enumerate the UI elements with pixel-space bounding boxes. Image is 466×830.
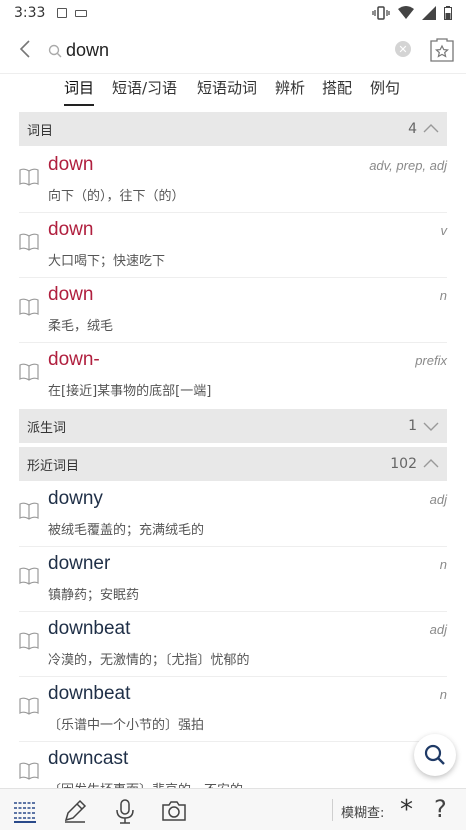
entry-word: downer <box>48 553 111 574</box>
entry-pos: v <box>440 223 448 238</box>
tab-headwords[interactable]: 词目 <box>64 78 95 106</box>
list-item[interactable]: downbeat adj 冷漠的，无激情的；〔尤指〕忧郁的 <box>19 612 447 677</box>
status-icons <box>372 6 452 20</box>
notification-a-icon <box>57 8 68 18</box>
entry-pos: n <box>439 687 447 702</box>
search-bar: ✕ <box>0 26 466 74</box>
list-item[interactable]: downer n 镇静药；安眠药 <box>19 547 447 612</box>
entry-pos: adj <box>429 492 447 507</box>
entry-pos: prefix <box>415 353 447 368</box>
section-title: 派生词 <box>27 420 67 436</box>
list-item[interactable]: down n 柔毛，绒毛 <box>19 278 447 343</box>
status-time: 3:33 <box>14 5 46 21</box>
tab-examples[interactable]: 例句 <box>370 78 400 106</box>
entry-pos: n <box>439 288 447 303</box>
search-input[interactable] <box>66 36 386 64</box>
camera-icon[interactable] <box>161 798 187 824</box>
entry-word: down <box>48 219 94 240</box>
entry-word: down <box>48 284 94 305</box>
section-headwords[interactable]: 词目 4 <box>19 112 447 146</box>
clear-search-button[interactable]: ✕ <box>395 41 411 57</box>
entry-definition: 向下（的），往下（的） <box>48 189 185 204</box>
vibrate-icon <box>372 6 390 20</box>
tab-collocations[interactable]: 搭配 <box>322 78 352 106</box>
section-count: 4 <box>408 121 417 137</box>
help-button[interactable]: ? <box>434 795 447 823</box>
signal-icon <box>422 6 436 20</box>
status-bar: 3:33 <box>0 0 466 26</box>
microphone-icon[interactable] <box>112 798 138 824</box>
entry-pos: n <box>439 557 447 572</box>
keyboard-icon <box>75 9 88 17</box>
back-button[interactable] <box>14 38 36 60</box>
list-item[interactable]: downcast 〔因发生坏事而〕悲哀的，不安的 <box>19 742 447 788</box>
star-icon <box>430 38 454 62</box>
category-tabs: 词目 短语/习语 短语动词 辨析 搭配 例句 <box>0 74 466 108</box>
section-count: 1 <box>408 418 417 434</box>
entry-definition: 被绒毛覆盖的；充满绒毛的 <box>48 523 205 538</box>
book-icon <box>19 697 39 715</box>
tab-phrases-idioms[interactable]: 短语/习语 <box>112 78 177 106</box>
tab-phrasal-verbs[interactable]: 短语动词 <box>197 78 257 106</box>
pen-icon[interactable] <box>62 798 88 824</box>
entry-word: downcast <box>48 748 129 769</box>
chevron-left-icon <box>19 40 30 58</box>
entry-definition: 冷漠的，无激情的；〔尤指〕忧郁的 <box>48 653 250 668</box>
book-icon <box>19 363 39 381</box>
list-item[interactable]: down v 大口喝下；快速吃下 <box>19 213 447 278</box>
list-item[interactable]: downy adj 被绒毛覆盖的；充满绒毛的 <box>19 482 447 547</box>
list-item[interactable]: down- prefix 在[接近]某事物的底部[一端] <box>19 343 447 408</box>
book-icon <box>19 502 39 520</box>
fuzzy-search-label: 模糊查: <box>341 806 385 821</box>
entry-word: down- <box>48 349 100 370</box>
favorite-button[interactable] <box>430 38 454 62</box>
wifi-icon <box>398 6 414 19</box>
toolbar-divider <box>332 799 333 821</box>
book-icon <box>19 298 39 316</box>
bottom-toolbar: 模糊查: * ? <box>0 788 466 830</box>
book-icon <box>19 168 39 186</box>
close-icon: ✕ <box>398 42 408 56</box>
tab-synonyms[interactable]: 辨析 <box>275 78 305 106</box>
entry-word: down <box>48 154 94 175</box>
list-item[interactable]: down adv, prep, adj 向下（的），往下（的） <box>19 148 447 213</box>
battery-icon <box>444 6 452 20</box>
entry-pos: adj <box>429 622 447 637</box>
book-icon <box>19 762 39 780</box>
list-item[interactable]: downbeat n 〔乐谱中一个小节的〕强拍 <box>19 677 447 742</box>
book-icon <box>19 233 39 251</box>
entry-word: downy <box>48 488 103 509</box>
entry-definition: 在[接近]某事物的底部[一端] <box>48 384 212 399</box>
book-icon <box>19 632 39 650</box>
entry-word: downbeat <box>48 618 131 639</box>
search-icon <box>424 744 445 765</box>
search-icon-wrap <box>48 43 62 62</box>
search-icon <box>48 44 62 58</box>
section-title: 词目 <box>27 123 54 139</box>
entry-definition: 〔因发生坏事而〕悲哀的，不安的 <box>48 779 243 788</box>
section-count: 102 <box>390 456 417 472</box>
section-derived[interactable]: 派生词 1 <box>19 409 447 443</box>
entry-pos: adv, prep, adj <box>369 158 447 173</box>
section-similar[interactable]: 形近词目 102 <box>19 447 447 481</box>
chevron-down-icon <box>423 422 439 431</box>
floating-search-button[interactable] <box>414 734 456 776</box>
book-icon <box>19 567 39 585</box>
list-view-icon[interactable] <box>12 798 38 824</box>
entry-definition: 〔乐谱中一个小节的〕强拍 <box>48 718 205 733</box>
section-title: 形近词目 <box>27 458 80 474</box>
chevron-up-icon <box>423 124 439 133</box>
entry-definition: 镇静药；安眠药 <box>48 588 140 603</box>
wildcard-button[interactable]: * <box>400 795 413 825</box>
entry-definition: 大口喝下；快速吃下 <box>48 254 166 269</box>
chevron-up-icon <box>423 459 439 468</box>
entry-word: downbeat <box>48 683 131 704</box>
entry-definition: 柔毛，绒毛 <box>48 319 114 334</box>
